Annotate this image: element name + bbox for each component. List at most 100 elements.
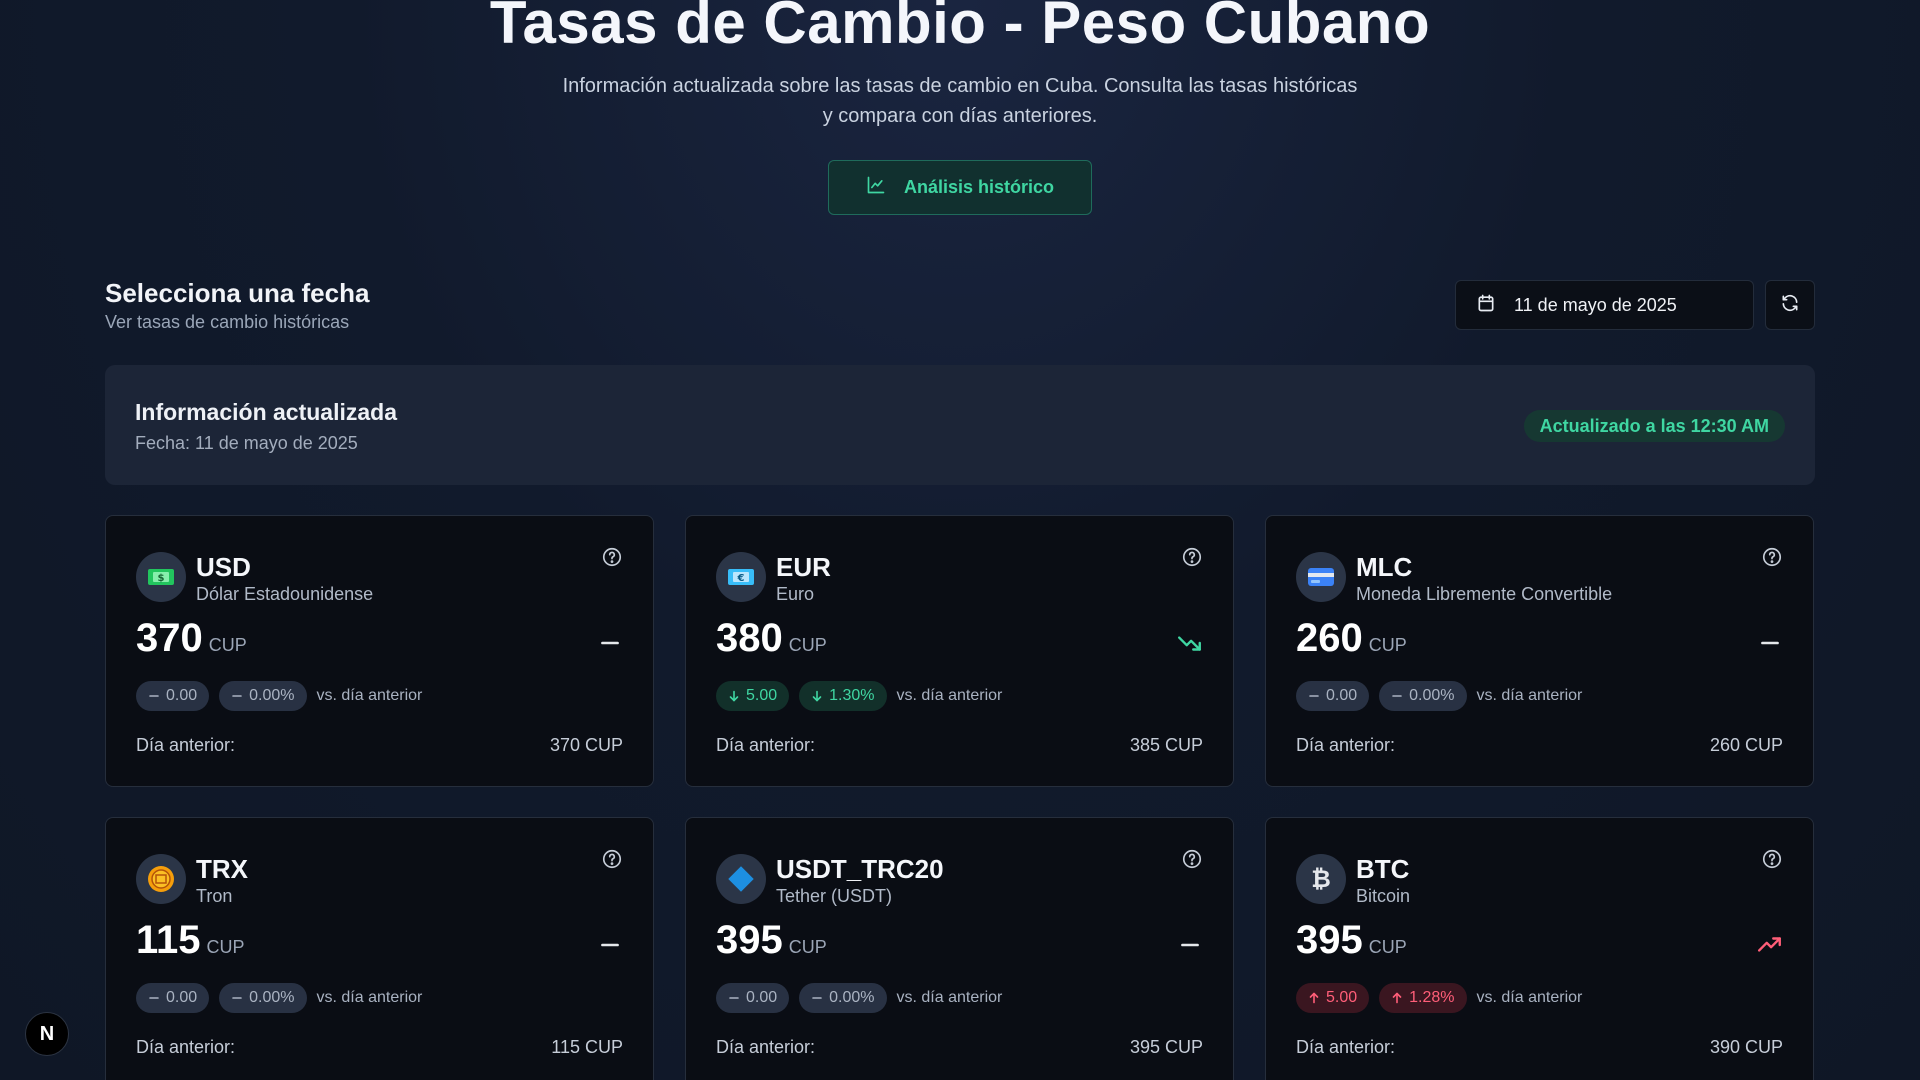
help-icon[interactable] xyxy=(601,546,623,568)
rate-value: 260 CUP xyxy=(1296,616,1407,661)
minus-icon xyxy=(148,690,160,702)
help-icon[interactable] xyxy=(1181,546,1203,568)
change-pct-badge: 0.00% xyxy=(1379,681,1467,711)
rate-number: 395 xyxy=(1296,918,1363,962)
rate-value: 370 CUP xyxy=(136,616,247,661)
previous-day-value: 390 CUP xyxy=(1709,1037,1783,1057)
currency-code: TRX xyxy=(196,854,248,884)
previous-day-label: Día anterior: xyxy=(136,735,236,755)
change-pills: 5.00 1.28% vs. día anterior xyxy=(1296,983,1582,1013)
euro-bill-icon: € xyxy=(716,552,766,602)
trend-up-icon xyxy=(1757,932,1783,958)
rate-number: 380 xyxy=(716,616,783,660)
updated-badge: Actualizado a las 12:30 AM xyxy=(1523,410,1785,442)
info-title: Información actualizada xyxy=(135,399,398,425)
info-panel: Información actualizada Fecha: 11 de may… xyxy=(105,365,1815,485)
rate-number: 370 xyxy=(136,616,203,660)
historical-analysis-button[interactable]: Análisis histórico xyxy=(828,160,1092,215)
change-pct-value: 0.00% xyxy=(1409,687,1455,704)
vs-label: vs. día anterior xyxy=(316,989,423,1006)
help-icon[interactable] xyxy=(601,848,623,870)
change-pills: 0.00 0.00% vs. día anterior xyxy=(716,983,1002,1013)
change-pct-badge: 1.28% xyxy=(1379,983,1467,1013)
currency-code: EUR xyxy=(776,552,831,582)
rate-card-usdt_trc20: USDT_TRC20 Tether (USDT) 395 CUP 0.00 0.0… xyxy=(685,817,1234,1080)
rate-value: 380 CUP xyxy=(716,616,827,661)
previous-day-value: 385 CUP xyxy=(1129,735,1203,755)
arrow-down-icon xyxy=(728,690,740,702)
svg-text:€: € xyxy=(737,573,745,584)
historical-analysis-label: Análisis histórico xyxy=(903,177,1055,197)
diamond-icon xyxy=(716,854,766,904)
page-subtitle: Información actualizada sobre las tasas … xyxy=(562,75,1358,127)
refresh-icon xyxy=(1780,293,1800,318)
vs-label: vs. día anterior xyxy=(1476,989,1583,1006)
trend-down-icon xyxy=(1177,630,1203,656)
rate-card-eur: € EUR Euro 380 CUP 5.00 1.30% vs. día ant… xyxy=(685,515,1234,787)
rate-unit: CUP xyxy=(1368,635,1407,655)
vs-label: vs. día anterior xyxy=(1476,687,1583,704)
currency-name: Moneda Libremente Convertible xyxy=(1356,584,1613,604)
help-icon[interactable] xyxy=(1181,848,1203,870)
minus-icon xyxy=(231,690,243,702)
vs-label: vs. día anterior xyxy=(316,687,423,704)
previous-day-label: Día anterior: xyxy=(716,1037,816,1057)
currency-name: Bitcoin xyxy=(1356,886,1411,906)
change-abs-value: 0.00 xyxy=(166,989,198,1006)
currency-name: Tron xyxy=(196,886,233,906)
help-icon[interactable] xyxy=(1761,848,1783,870)
page-title: Tasas de Cambio - Peso Cubano xyxy=(489,0,1431,56)
change-abs-value: 5.00 xyxy=(1326,989,1358,1006)
refresh-button[interactable] xyxy=(1765,280,1815,330)
currency-code: USDT_TRC20 xyxy=(776,854,944,884)
change-pct-badge: 0.00% xyxy=(219,681,307,711)
change-pct-badge: 1.30% xyxy=(799,681,887,711)
previous-day-value: 260 CUP xyxy=(1709,735,1783,755)
change-abs-badge: 0.00 xyxy=(136,681,210,711)
previous-day-label: Día anterior: xyxy=(1296,735,1396,755)
change-pills: 5.00 1.30% vs. día anterior xyxy=(716,681,1002,711)
dollar-bill-icon: $ xyxy=(136,552,186,602)
rate-card-trx: TRX Tron 115 CUP 0.00 0.00% vs. día anter… xyxy=(105,817,654,1080)
rate-value: 395 CUP xyxy=(1296,918,1407,963)
rate-unit: CUP xyxy=(1368,937,1407,957)
change-abs-badge: 0.00 xyxy=(716,983,790,1013)
change-pct-badge: 0.00% xyxy=(219,983,307,1013)
arrow-down-icon xyxy=(811,690,823,702)
change-abs-badge: 0.00 xyxy=(1296,681,1370,711)
minus-icon xyxy=(1391,690,1403,702)
page: Tasas de Cambio - Peso Cubano Informació… xyxy=(0,0,1920,1080)
rate-value: 395 CUP xyxy=(716,918,827,963)
selected-date: 11 de mayo de 2025 xyxy=(1514,294,1677,315)
date-selector-title: Selecciona una fecha xyxy=(105,278,370,308)
change-abs-value: 0.00 xyxy=(166,687,198,704)
rate-number: 260 xyxy=(1296,616,1363,660)
info-date: Fecha: 11 de mayo de 2025 xyxy=(135,433,358,453)
minus-icon xyxy=(728,992,740,1004)
help-icon[interactable] xyxy=(1761,546,1783,568)
vs-label: vs. día anterior xyxy=(896,687,1003,704)
date-picker-button[interactable]: 11 de mayo de 2025 xyxy=(1455,280,1754,330)
dev-tools-badge[interactable]: N xyxy=(25,1012,69,1056)
change-abs-badge: 5.00 xyxy=(1296,983,1370,1013)
change-pct-value: 0.00% xyxy=(249,687,295,704)
line-chart-icon xyxy=(866,175,886,200)
previous-day-value: 395 CUP xyxy=(1129,1037,1203,1057)
svg-text:$: $ xyxy=(158,573,165,584)
minus-icon xyxy=(231,992,243,1004)
rate-number: 115 xyxy=(136,918,201,962)
change-pills: 0.00 0.00% vs. día anterior xyxy=(136,983,422,1013)
change-pct-badge: 0.00% xyxy=(799,983,887,1013)
date-selector-subtitle: Ver tasas de cambio históricas xyxy=(105,312,350,332)
rate-card-btc: ₿ BTC Bitcoin 395 CUP 5.00 1.28% vs. día … xyxy=(1265,817,1814,1080)
currency-code: BTC xyxy=(1356,854,1410,884)
currency-name: Dólar Estadounidense xyxy=(196,584,374,604)
previous-day-value: 370 CUP xyxy=(549,735,623,755)
minus-icon xyxy=(811,992,823,1004)
coin-icon xyxy=(136,854,186,904)
change-pct-value: 1.28% xyxy=(1409,989,1455,1006)
minus-icon xyxy=(1308,690,1320,702)
change-pct-value: 0.00% xyxy=(249,989,295,1006)
calendar-icon xyxy=(1476,293,1496,318)
change-abs-value: 0.00 xyxy=(746,989,778,1006)
